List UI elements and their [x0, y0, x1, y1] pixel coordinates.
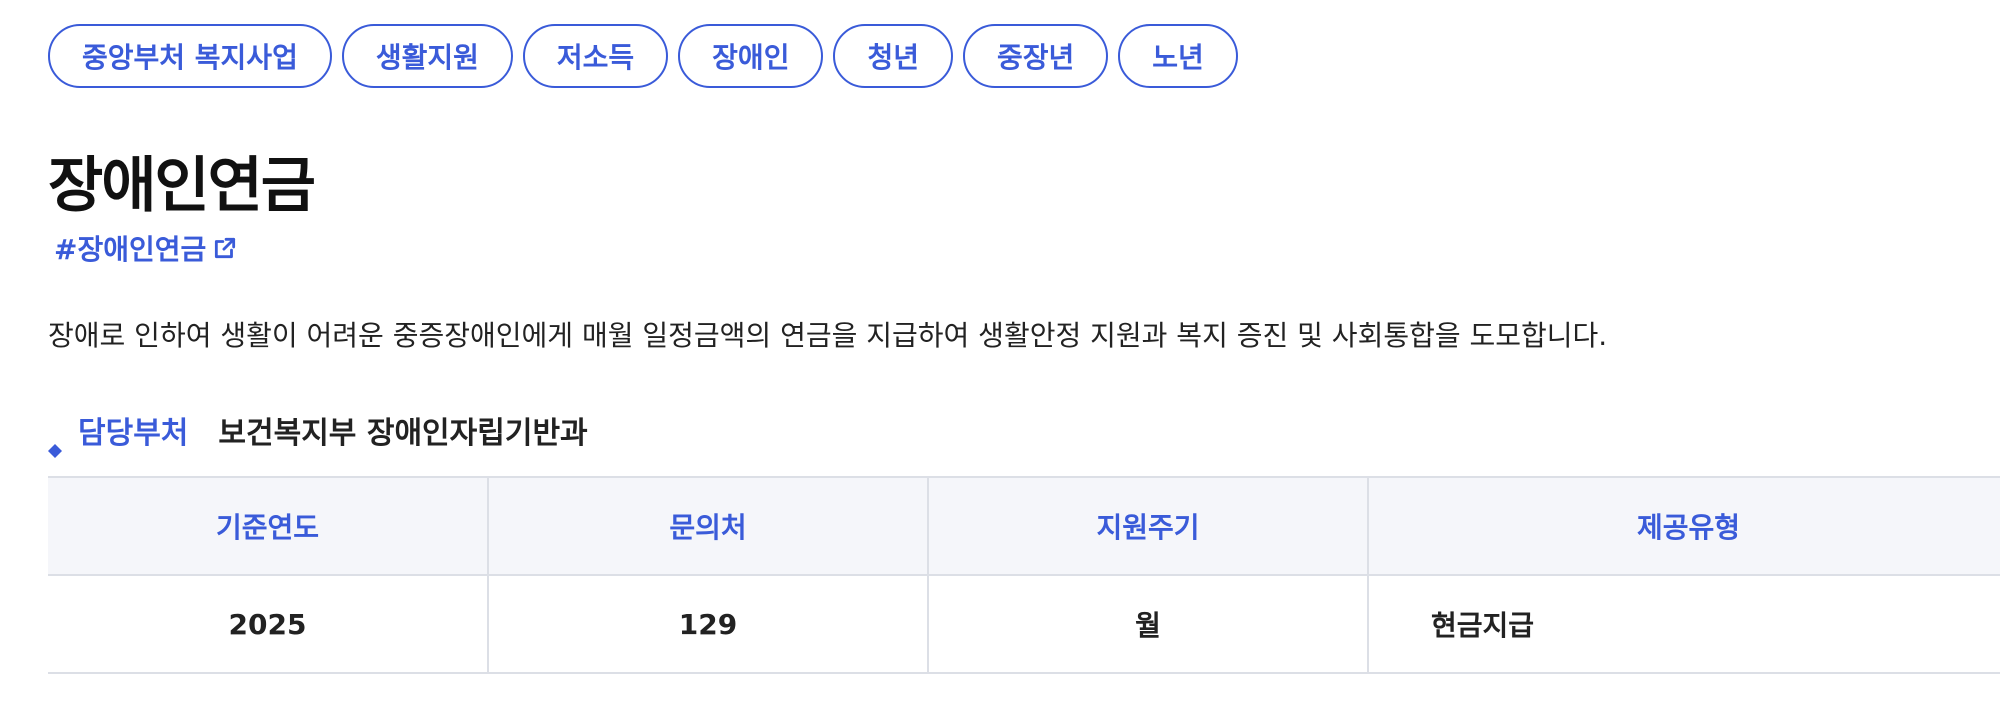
category-tags: 중앙부처 복지사업 생활지원 저소득 장애인 청년 중장년 노년 [48, 24, 1238, 88]
header-provision-type: 제공유형 [1367, 476, 2000, 576]
department-label: 담당부처 [78, 416, 189, 451]
cell-base-year: 2025 [48, 574, 488, 674]
cell-contact: 129 [487, 574, 928, 674]
table-header-row: 기준연도 문의처 지원주기 제공유형 [48, 476, 2000, 576]
page: 중앙부처 복지사업 생활지원 저소득 장애인 청년 중장년 노년 장애인연금 #… [0, 0, 2000, 728]
external-link-icon [212, 235, 238, 261]
cell-provision-type: 현금지급 [1367, 574, 2000, 674]
tag-middle-aged[interactable]: 중장년 [962, 24, 1109, 88]
table-row: 2025 129 월 현금지급 [48, 574, 2000, 674]
department-row: 담당부처 보건복지부 장애인자립기반과 [48, 412, 588, 458]
department-value: 보건복지부 장애인자립기반과 [218, 416, 588, 451]
hashtag-link[interactable]: #장애인연금 [54, 228, 238, 268]
tag-low-income[interactable]: 저소득 [522, 24, 669, 88]
program-description: 장애로 인하여 생활이 어려운 중증장애인에게 매월 일정금액의 연금을 지급하… [48, 319, 1608, 352]
tag-living-support[interactable]: 생활지원 [341, 24, 513, 88]
cell-support-cycle: 월 [927, 574, 1368, 674]
program-info-table: 기준연도 문의처 지원주기 제공유형 2025 129 월 현금지급 [48, 476, 2000, 674]
tag-central-welfare[interactable]: 중앙부처 복지사업 [48, 24, 332, 88]
header-base-year: 기준연도 [48, 476, 488, 576]
tag-youth[interactable]: 청년 [833, 24, 953, 88]
tag-elderly[interactable]: 노년 [1118, 24, 1238, 88]
diamond-bullet-icon [48, 427, 62, 458]
page-title: 장애인연금 [48, 151, 316, 221]
tag-disabled[interactable]: 장애인 [678, 24, 824, 88]
header-contact: 문의처 [487, 476, 928, 576]
hashtag-label: #장애인연금 [54, 233, 207, 266]
header-support-cycle: 지원주기 [927, 476, 1368, 576]
